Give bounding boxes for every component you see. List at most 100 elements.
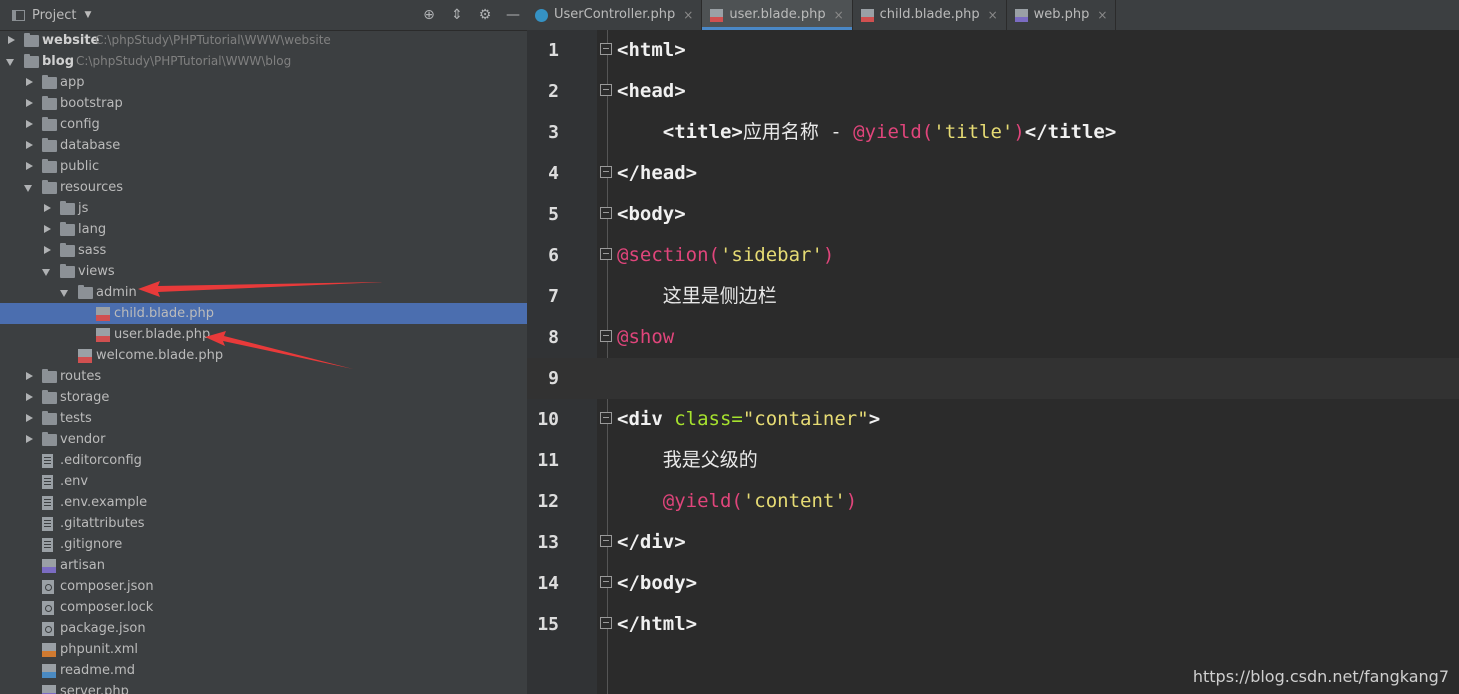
editor-tab-label: UserController.php (554, 7, 676, 22)
code-line[interactable]: 13 </div> (527, 522, 1459, 563)
expand-arrow-right-icon[interactable] (24, 429, 34, 450)
tree-item[interactable]: public (0, 156, 527, 177)
tree-item[interactable]: composer.lock (0, 597, 527, 618)
code-line[interactable]: 8 @show (527, 317, 1459, 358)
gear-icon[interactable]: ⚙ (477, 7, 493, 23)
tree-item[interactable]: .gitattributes (0, 513, 527, 534)
tree-item[interactable]: views (0, 261, 527, 282)
code-line[interactable]: 7 这里是侧边栏 (527, 276, 1459, 317)
tree-item[interactable]: config (0, 114, 527, 135)
tree-item[interactable]: vendor (0, 429, 527, 450)
expand-arrow-right-icon[interactable] (24, 72, 34, 93)
tree-item[interactable]: resources (0, 177, 527, 198)
code-line[interactable]: 4 </head> (527, 153, 1459, 194)
expand-arrow-right-icon[interactable] (42, 198, 52, 219)
fold-marker-icon[interactable] (600, 412, 612, 424)
code-line[interactable]: 5 <body> (527, 194, 1459, 235)
expand-arrow-right-icon[interactable] (24, 156, 34, 177)
expand-arrow-right-icon[interactable] (42, 219, 52, 240)
tree-item[interactable]: phpunit.xml (0, 639, 527, 660)
code-editor[interactable]: 1 <html> 2 <head> 3 <title>应用名称 - @yield('ti… (527, 30, 1459, 694)
close-tab-icon[interactable]: × (988, 0, 998, 30)
expand-arrow-down-icon[interactable] (6, 51, 16, 72)
code-line[interactable]: 2 <head> (527, 71, 1459, 112)
editor-tab[interactable]: UserController.php × (527, 0, 703, 30)
collapse-all-icon[interactable]: ⇕ (449, 7, 465, 23)
editor-tab[interactable]: web.php × (1007, 0, 1117, 30)
tree-item[interactable]: routes (0, 366, 527, 387)
tree-item-label: database (60, 138, 121, 153)
tree-item[interactable]: js (0, 198, 527, 219)
close-tab-icon[interactable]: × (1097, 0, 1107, 30)
tree-item[interactable]: .env (0, 471, 527, 492)
tree-item[interactable]: user.blade.php (0, 324, 527, 345)
expand-arrow-down-icon[interactable] (24, 177, 34, 198)
close-tab-icon[interactable]: × (683, 0, 693, 30)
code-token: 这里是侧边栏 (617, 285, 777, 307)
code-line[interactable]: 1 <html> (527, 30, 1459, 71)
fold-marker-icon[interactable] (600, 207, 612, 219)
project-view-dropdown-icon[interactable]: ▼ (84, 10, 91, 20)
tree-item[interactable]: website C:\phpStudy\PHPTutorial\WWW\websi… (0, 30, 527, 51)
fold-marker-icon[interactable] (600, 248, 612, 260)
tree-item[interactable]: storage (0, 387, 527, 408)
tree-item[interactable]: .editorconfig (0, 450, 527, 471)
expand-arrow-right-icon[interactable] (24, 93, 34, 114)
expand-arrow-right-icon[interactable] (24, 135, 34, 156)
code-text: </body> (617, 563, 697, 604)
code-token: 'title' (933, 121, 1014, 143)
fold-marker-icon[interactable] (600, 576, 612, 588)
editor-tab[interactable]: user.blade.php × (702, 0, 853, 30)
expand-arrow-right-icon[interactable] (42, 240, 52, 261)
code-line[interactable]: 3 <title>应用名称 - @yield('title')</title> (527, 112, 1459, 153)
hide-panel-icon[interactable]: — (505, 7, 521, 23)
code-text: @section('sidebar') (617, 235, 834, 276)
code-line[interactable]: 10 <div class="container"> (527, 399, 1459, 440)
code-line[interactable]: 14 </body> (527, 563, 1459, 604)
tree-item[interactable]: database (0, 135, 527, 156)
code-token: <body> (617, 203, 686, 225)
expand-arrow-down-icon[interactable] (42, 261, 52, 282)
tree-item[interactable]: lang (0, 219, 527, 240)
folder-icon (42, 138, 57, 152)
tree-item[interactable]: composer.json (0, 576, 527, 597)
tree-item[interactable]: admin (0, 282, 527, 303)
expand-arrow-right-icon[interactable] (24, 387, 34, 408)
fold-marker-icon[interactable] (600, 43, 612, 55)
expand-arrow-right-icon[interactable] (24, 408, 34, 429)
tree-item[interactable]: artisan (0, 555, 527, 576)
fold-marker-icon[interactable] (600, 617, 612, 629)
tree-item[interactable]: sass (0, 240, 527, 261)
expand-arrow-right-icon[interactable] (6, 30, 16, 51)
project-panel-title[interactable]: Project (32, 8, 76, 23)
code-line[interactable]: 11 我是父级的 (527, 440, 1459, 481)
tree-item[interactable]: server.php (0, 681, 527, 694)
code-text: <title>应用名称 - @yield('title')</title> (617, 112, 1117, 153)
tree-item[interactable]: bootstrap (0, 93, 527, 114)
expand-arrow-right-icon[interactable] (24, 366, 34, 387)
locate-file-icon[interactable]: ⊕ (421, 7, 437, 23)
expand-arrow-right-icon[interactable] (24, 114, 34, 135)
tree-item[interactable]: readme.md (0, 660, 527, 681)
editor-tab[interactable]: child.blade.php × (853, 0, 1007, 30)
json-file-icon (42, 580, 54, 594)
tree-item[interactable]: child.blade.php (0, 303, 527, 324)
tree-item[interactable]: welcome.blade.php (0, 345, 527, 366)
tree-item[interactable]: app (0, 72, 527, 93)
close-tab-icon[interactable]: × (834, 0, 844, 30)
fold-marker-icon[interactable] (600, 166, 612, 178)
folder-icon (42, 411, 57, 425)
expand-arrow-down-icon[interactable] (60, 282, 70, 303)
tree-item[interactable]: .env.example (0, 492, 527, 513)
code-line[interactable]: 9 (527, 358, 1459, 399)
tree-item[interactable]: .gitignore (0, 534, 527, 555)
fold-marker-icon[interactable] (600, 330, 612, 342)
fold-marker-icon[interactable] (600, 535, 612, 547)
code-line[interactable]: 15 </html> (527, 604, 1459, 645)
code-line[interactable]: 12 @yield('content') (527, 481, 1459, 522)
fold-marker-icon[interactable] (600, 84, 612, 96)
code-line[interactable]: 6 @section('sidebar') (527, 235, 1459, 276)
tree-item[interactable]: blog C:\phpStudy\PHPTutorial\WWW\blog (0, 51, 527, 72)
tree-item[interactable]: package.json (0, 618, 527, 639)
tree-item[interactable]: tests (0, 408, 527, 429)
